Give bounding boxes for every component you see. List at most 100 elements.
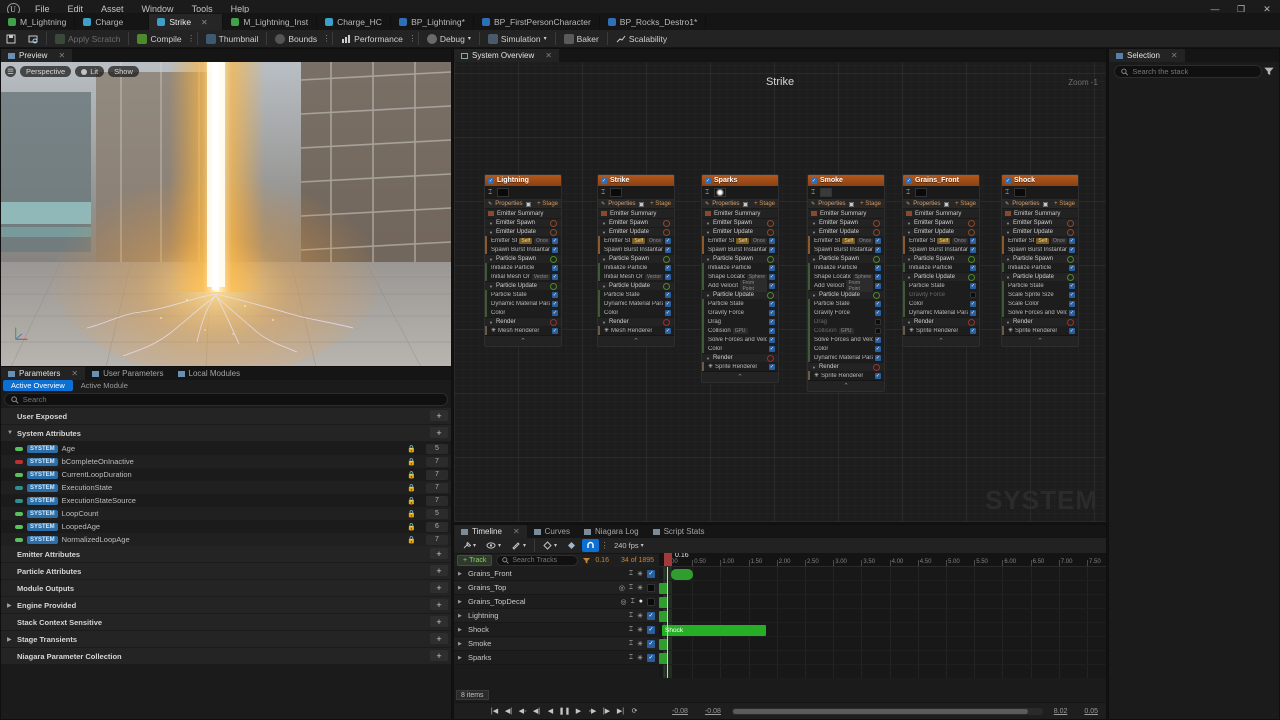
emitter-node-header[interactable]: ✓ Smoke xyxy=(808,175,884,186)
module-row[interactable]: Solve Forces and Velocity✓ xyxy=(808,335,884,344)
add-module-button[interactable] xyxy=(663,282,670,290)
track-pin-icon[interactable]: ⌶ xyxy=(629,640,633,648)
asset-tab-strike[interactable]: Strike ✕ xyxy=(149,14,224,30)
timeline-track-row[interactable]: ▶ Grains_Top ◎ ⌶ ✳ xyxy=(454,581,659,595)
keyframe-filled-button[interactable] xyxy=(563,539,580,552)
thumbnail-button[interactable]: Thumbnail xyxy=(200,30,265,48)
asset-tab-bprocksdestro1[interactable]: BP_Rocks_Destro1* xyxy=(599,14,707,30)
add-module-button[interactable] xyxy=(767,354,774,362)
module-enabled-checkbox[interactable]: ✓ xyxy=(665,309,671,316)
module-row[interactable]: Collision GPU xyxy=(808,326,884,335)
frame-back-button[interactable]: ◀| xyxy=(531,705,542,718)
emitter-thumbnail[interactable] xyxy=(714,188,726,197)
module-row[interactable]: Gravity Force ✓ xyxy=(702,308,778,317)
add-parameter-button[interactable]: + xyxy=(430,427,448,438)
add-module-button[interactable] xyxy=(663,318,670,326)
chevron-down-icon[interactable]: ▼ xyxy=(602,284,606,289)
module-row[interactable]: Particle State ✓ xyxy=(1002,281,1078,290)
param-group-system-attributes[interactable]: ▼ System Attributes + xyxy=(1,425,451,441)
stack-group-particle-spawn[interactable]: ▼ Particle Spawn xyxy=(702,254,778,263)
module-enabled-checkbox[interactable]: ✓ xyxy=(552,264,558,271)
selection-search[interactable] xyxy=(1114,65,1262,78)
chevron-down-icon[interactable]: ▼ xyxy=(602,221,606,226)
module-enabled-checkbox[interactable]: ✓ xyxy=(1069,309,1075,316)
emitter-summary-row[interactable]: Emitter Summary xyxy=(598,209,674,218)
track-eye-icon[interactable]: ◎ xyxy=(619,584,625,592)
module-enabled-checkbox[interactable]: ✓ xyxy=(970,327,976,334)
track-pin-icon[interactable]: ⌶ xyxy=(629,612,633,620)
chevron-down-icon[interactable]: ▼ xyxy=(812,257,816,262)
transport-right-a[interactable]: 8.02 xyxy=(1054,708,1068,715)
track-solo-icon[interactable]: ✳ xyxy=(637,570,643,578)
add-stage-button[interactable]: + Stage xyxy=(754,201,775,207)
chevron-down-icon[interactable]: ▼ xyxy=(706,293,710,298)
add-module-button[interactable] xyxy=(1067,219,1074,227)
chevron-down-icon[interactable]: ▼ xyxy=(1006,320,1010,325)
parameter-row[interactable]: SYSTEM NormalizedLoopAge 🔒 7 xyxy=(1,533,451,546)
add-module-button[interactable] xyxy=(550,282,557,290)
chevron-down-icon[interactable]: ▼ xyxy=(489,230,493,235)
asset-tab-mlightning[interactable]: M_Lightning xyxy=(0,14,76,30)
add-parameter-button[interactable]: + xyxy=(430,565,448,576)
emitter-node-lightning[interactable]: ✓ Lightning ⌶ ✎ Properties ▣ + Stage Emitter Su… xyxy=(484,174,562,347)
tab-niagara-log[interactable]: Niagara Log xyxy=(576,525,646,538)
track-enabled-checkbox[interactable]: ✓ xyxy=(647,653,655,662)
track-solo-icon[interactable]: ✳ xyxy=(637,640,643,648)
tab-script-stats[interactable]: Script Stats xyxy=(645,525,712,538)
perspective-button[interactable]: Perspective xyxy=(20,66,72,77)
timeline-track-row[interactable]: ▶ Lightning ⌶ ✳ ✓ xyxy=(454,609,659,623)
transport-start-time[interactable]: -0.08 xyxy=(672,708,688,715)
add-module-button[interactable] xyxy=(873,363,880,371)
bounds-button[interactable]: Bounds xyxy=(269,30,323,48)
add-parameter-button[interactable]: + xyxy=(430,599,448,610)
module-enabled-checkbox[interactable]: ✓ xyxy=(665,300,671,307)
transport-right-b[interactable]: 0.05 xyxy=(1084,708,1098,715)
chevron-down-icon[interactable]: ▼ xyxy=(489,320,493,325)
module-row[interactable]: ✳ Mesh Renderer ✓ xyxy=(598,326,674,335)
track-solo-icon[interactable]: ● xyxy=(639,598,643,605)
camera-icon[interactable]: ▣ xyxy=(526,201,532,208)
filter-icon[interactable] xyxy=(582,556,591,565)
visibility-tool-button[interactable]: ▾ xyxy=(482,539,505,552)
module-row[interactable]: Spawn Burst Instantaneous✓ xyxy=(1002,245,1078,254)
emitter-thumbnail[interactable] xyxy=(497,188,509,197)
parameter-row[interactable]: SYSTEM ExecutionState 🔒 7 xyxy=(1,481,451,494)
track-eye-icon[interactable]: ◎ xyxy=(620,598,626,606)
marker-tool-button[interactable]: ▾ xyxy=(507,539,530,552)
module-enabled-checkbox[interactable]: ✓ xyxy=(769,318,775,325)
add-parameter-button[interactable]: + xyxy=(430,410,448,421)
module-enabled-checkbox[interactable]: ✓ xyxy=(769,363,775,370)
track-search[interactable]: Search Tracks xyxy=(496,555,579,566)
timeline-lane[interactable] xyxy=(659,595,1106,609)
module-enabled-checkbox[interactable] xyxy=(875,318,881,325)
module-row[interactable]: Scale Sprite Size ✓ xyxy=(1002,290,1078,299)
stack-group-emitter-spawn[interactable]: ▼ Emitter Spawn xyxy=(485,218,561,227)
stack-group-particle-spawn[interactable]: ▼ Particle Spawn xyxy=(598,254,674,263)
stack-group-render[interactable]: ▼ Render xyxy=(485,317,561,326)
module-row[interactable]: Initial Mesh OrientationVector✓ xyxy=(485,272,561,281)
module-enabled-checkbox[interactable]: ✓ xyxy=(970,246,976,253)
module-enabled-checkbox[interactable]: ✓ xyxy=(875,264,881,271)
apply-scratch-button[interactable]: Apply Scratch xyxy=(49,30,126,48)
module-enabled-checkbox[interactable]: ✓ xyxy=(970,282,976,289)
emitter-node-grains_front[interactable]: ✓ Grains_Front ⌶ ✎ Properties ▣ + Stage Emitter… xyxy=(902,174,980,347)
loop-button[interactable]: ⟳ xyxy=(629,705,640,718)
tab-system-overview[interactable]: System Overview ✕ xyxy=(454,49,559,62)
timeline-horizontal-scrollbar[interactable] xyxy=(731,707,1043,715)
emitter-summary-row[interactable]: Emitter Summary xyxy=(808,209,884,218)
close-icon[interactable]: ✕ xyxy=(71,369,78,378)
emitter-properties-row[interactable]: ✎ Properties ▣ + Stage xyxy=(485,200,561,209)
module-enabled-checkbox[interactable]: ✓ xyxy=(552,309,558,316)
add-module-button[interactable] xyxy=(873,228,880,236)
module-row[interactable]: Emitter StateSelfOnce✓ xyxy=(485,236,561,245)
close-icon[interactable]: ✕ xyxy=(545,51,552,60)
fps-selector[interactable]: 240 fps ▾ xyxy=(610,539,648,552)
chevron-right-icon[interactable]: ▶ xyxy=(458,655,465,661)
timeline-lane[interactable] xyxy=(659,637,1106,651)
close-icon[interactable]: ✕ xyxy=(201,18,208,27)
module-enabled-checkbox[interactable]: ✓ xyxy=(1069,327,1075,334)
module-enabled-checkbox[interactable]: ✓ xyxy=(665,273,671,280)
module-row[interactable]: ✳ Sprite Renderer ✓ xyxy=(808,371,884,380)
stack-group-particle-update[interactable]: ▼ Particle Update xyxy=(1002,272,1078,281)
chevron-down-icon[interactable]: ▼ xyxy=(812,293,816,298)
